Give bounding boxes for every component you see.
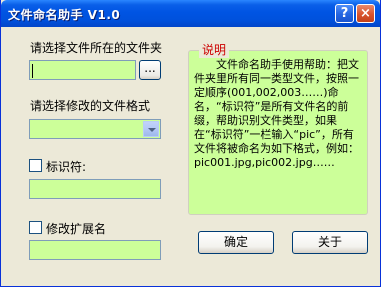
format-dropdown[interactable] (29, 119, 161, 139)
app-window: 文件命名助手 V1.0 ? × 请选择文件所在的文件夹 ... 请选择修改的文件… (0, 0, 381, 287)
browse-button[interactable]: ... (139, 60, 161, 80)
identifier-input[interactable] (29, 179, 161, 199)
help-title: 说明 (199, 41, 230, 58)
about-button[interactable]: 关于 (292, 231, 368, 254)
folder-path-input[interactable] (29, 60, 136, 80)
chevron-down-icon[interactable] (143, 121, 159, 137)
format-label: 请选择修改的文件格式 (30, 99, 151, 113)
extension-label: 修改扩展名 (46, 222, 107, 236)
ok-button[interactable]: 确定 (198, 231, 274, 254)
folder-label: 请选择文件所在的文件夹 (30, 41, 163, 55)
window-title: 文件命名助手 V1.0 (8, 8, 121, 22)
extension-checkbox[interactable] (29, 221, 42, 234)
help-button[interactable]: ? (335, 4, 354, 23)
close-button[interactable]: × (356, 4, 375, 23)
title-bar[interactable]: 文件命名助手 V1.0 ? × (1, 0, 380, 27)
help-text: 文件命名助手使用帮助：把文件夹里所有同一类型文件，按照一定顺序(001,002,… (194, 58, 359, 169)
text-caret (32, 64, 33, 78)
identifier-label: 标识符: (46, 160, 87, 174)
identifier-checkbox[interactable] (29, 159, 42, 172)
extension-input[interactable] (29, 240, 161, 260)
